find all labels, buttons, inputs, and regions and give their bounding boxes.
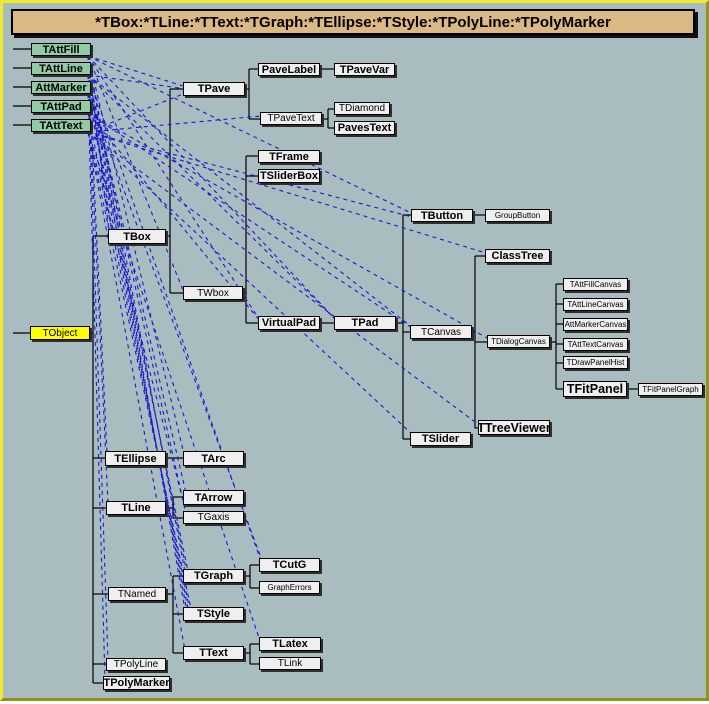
multiple-inheritance-line: [88, 94, 189, 614]
class-node-tfitpanelgraph[interactable]: TFitPanelGraph: [638, 383, 703, 396]
multiple-inheritance-line: [88, 132, 193, 618]
class-node-grapherrors[interactable]: GraphErrors: [259, 581, 320, 594]
class-node-tgraph[interactable]: TGraph: [183, 569, 244, 583]
multiple-inheritance-line: [88, 92, 188, 132]
class-node-tattlinecanvas[interactable]: TAttLineCanvas: [563, 298, 628, 311]
class-node-pavestext[interactable]: PavesText: [334, 121, 395, 135]
class-node-tpolyline[interactable]: TPolyLine: [106, 658, 166, 671]
class-node-tattfillcanvas[interactable]: TAttFillCanvas: [563, 278, 628, 291]
class-node-tlink[interactable]: TLink: [259, 657, 321, 670]
class-node-attmarkercanvas[interactable]: AttMarkerCanvas: [563, 318, 628, 331]
class-node-pavelabel[interactable]: PaveLabel: [258, 63, 320, 76]
class-node-tarrow[interactable]: TArrow: [183, 490, 244, 505]
class-node-tbutton[interactable]: TButton: [411, 209, 473, 222]
class-node-attmarker[interactable]: AttMarker: [31, 81, 91, 94]
class-node-tdrawpanelhist[interactable]: TDrawPanelHist: [563, 356, 628, 369]
diagram-title-text: *TBox:*TLine:*TText:*TGraph:*TEllipse:*T…: [95, 14, 611, 31]
multiple-inheritance-line: [88, 75, 261, 561]
multiple-inheritance-line: [88, 132, 413, 435]
multiple-inheritance-line: [88, 75, 187, 612]
multiple-inheritance-line: [88, 56, 183, 86]
class-node-tatttextcanvas[interactable]: TAttTextCanvas: [563, 338, 628, 351]
class-node-tsliderbox[interactable]: TSliderBox: [258, 169, 320, 183]
class-node-tpave[interactable]: TPave: [183, 82, 245, 96]
class-node-tslider[interactable]: TSlider: [410, 432, 471, 446]
class-node-tlatex[interactable]: TLatex: [259, 637, 321, 651]
diagram-title: *TBox:*TLine:*TText:*TGraph:*TEllipse:*T…: [11, 9, 695, 35]
class-node-classtree[interactable]: ClassTree: [485, 249, 550, 263]
multiple-inheritance-line: [88, 113, 415, 330]
class-node-tpad[interactable]: TPad: [334, 316, 396, 330]
class-node-tframe[interactable]: TFrame: [258, 150, 320, 163]
multiple-inheritance-line: [88, 116, 261, 132]
class-node-tellipse[interactable]: TEllipse: [105, 451, 166, 466]
class-node-tcutg[interactable]: TCutG: [259, 558, 320, 572]
class-node-tdiamond[interactable]: TDiamond: [334, 102, 390, 115]
class-node-tgaxis[interactable]: TGaxis: [183, 511, 244, 524]
class-node-twbox[interactable]: TWbox: [183, 286, 243, 300]
class-node-ttext[interactable]: TText: [183, 646, 244, 660]
class-node-virtualpad[interactable]: VirtualPad: [258, 316, 320, 330]
class-node-tarc[interactable]: TArc: [183, 451, 244, 466]
class-node-tattline[interactable]: TAttLine: [31, 62, 91, 75]
multiple-inheritance-line: [88, 94, 105, 679]
class-node-tfitpanel[interactable]: TFitPanel: [563, 381, 627, 397]
class-node-tobject[interactable]: TObject: [30, 326, 90, 340]
class-node-tstyle[interactable]: TStyle: [183, 607, 244, 621]
class-node-tcanvas[interactable]: TCanvas: [410, 325, 472, 339]
class-node-tattpad[interactable]: TAttPad: [31, 100, 91, 113]
class-node-tpavevar[interactable]: TPaveVar: [334, 63, 395, 76]
class-node-ttreeviewer[interactable]: TTreeViewer: [478, 420, 550, 435]
class-node-tatttext[interactable]: TAttText: [31, 119, 91, 132]
multiple-inheritance-line: [88, 75, 186, 493]
class-node-tpolymarker[interactable]: TPolyMarker: [103, 676, 170, 690]
class-node-tbox[interactable]: TBox: [108, 229, 166, 244]
class-node-groupbutton[interactable]: GroupButton: [485, 209, 550, 222]
multiple-inheritance-line: [88, 132, 260, 641]
class-node-tline[interactable]: TLine: [106, 501, 166, 515]
classtree-canvas: *TBox:*TLine:*TText:*TGraph:*TEllipse:*T…: [0, 0, 709, 701]
class-node-tattfill[interactable]: TAttFill: [31, 43, 91, 56]
class-node-tpavetext[interactable]: TPaveText: [260, 112, 322, 125]
class-node-tnamed[interactable]: TNamed: [108, 587, 166, 601]
class-node-tdialogcanvas[interactable]: TDialogCanvas: [487, 335, 550, 348]
